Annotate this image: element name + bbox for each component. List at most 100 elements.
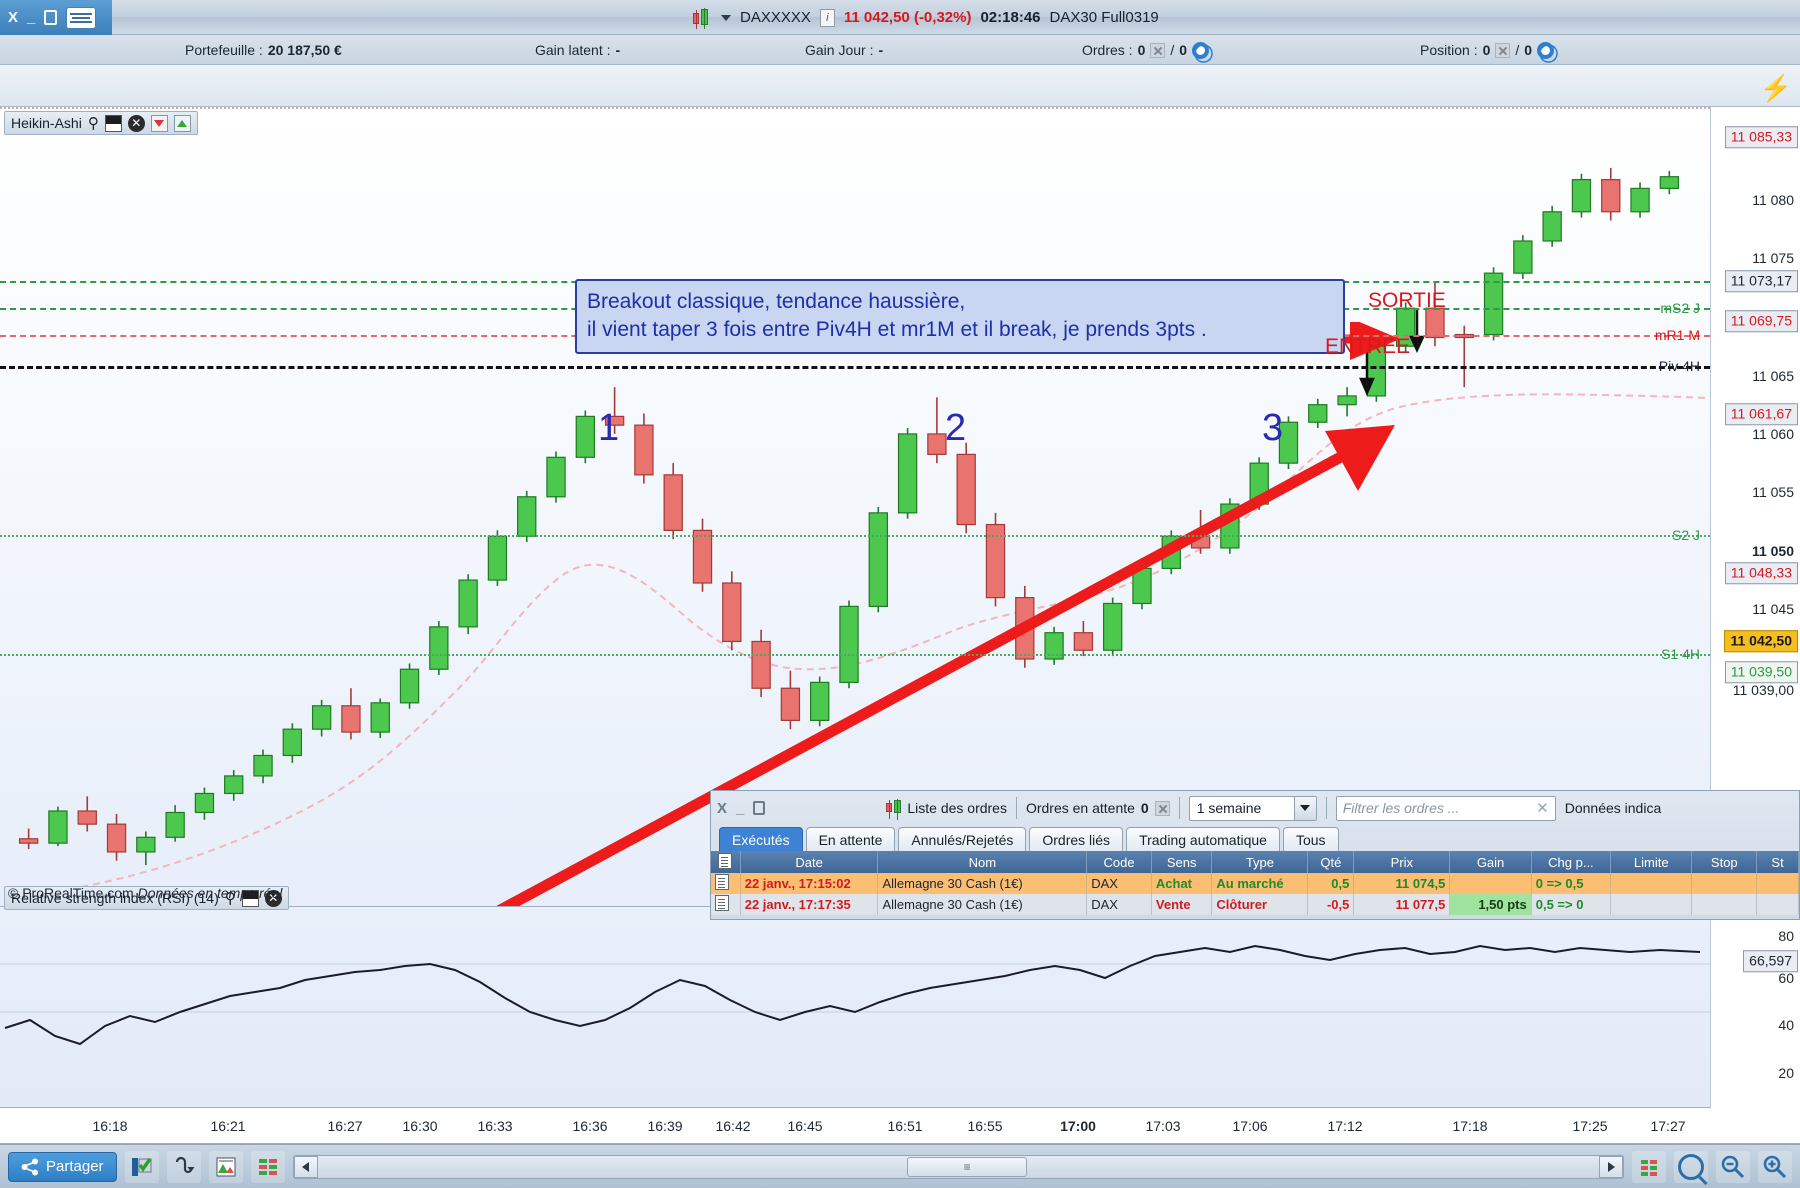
zoom-in-button[interactable] bbox=[1758, 1151, 1792, 1183]
share-icon bbox=[21, 1158, 39, 1176]
col-qte[interactable]: Qté bbox=[1308, 851, 1354, 873]
touch-marker-1: 1 bbox=[598, 407, 619, 450]
price-tick-8: 11 055 bbox=[1752, 484, 1794, 500]
add-indicator-button[interactable] bbox=[1632, 1151, 1666, 1183]
keyboard-icon[interactable] bbox=[66, 7, 96, 29]
orders-panel[interactable]: X _ Liste des ordres Ordres en attente 0… bbox=[710, 790, 1800, 920]
price-tick-5: 11 065 bbox=[1752, 368, 1794, 384]
scroll-left-icon[interactable] bbox=[294, 1156, 318, 1178]
table-row[interactable]: 22 janv., 17:17:35 Allemagne 30 Cash (1€… bbox=[711, 894, 1799, 915]
copyright-notice: © ProRealTime.com Données en temps réel bbox=[8, 885, 282, 901]
search-zoom-button[interactable] bbox=[1674, 1151, 1708, 1183]
notes-button[interactable] bbox=[209, 1151, 243, 1183]
col-chg[interactable]: Chg p... bbox=[1531, 851, 1610, 873]
checklist-button[interactable] bbox=[125, 1151, 159, 1183]
level-label-piv4h: Piv 4H bbox=[1659, 358, 1700, 374]
price-chart[interactable]: Heikin-Ashi ⚲ ✕ mS2 J mR1 M Piv 4H S2 J … bbox=[0, 107, 1800, 907]
power-icon[interactable]: ⚡ bbox=[1760, 73, 1792, 104]
tab-executed[interactable]: Exécutés bbox=[719, 827, 803, 851]
annotation-line-2: il vient taper 3 fois entre Piv4H et mr1… bbox=[587, 316, 1333, 344]
col-type[interactable]: Type bbox=[1212, 851, 1308, 873]
row-chg: 0 => 0,5 bbox=[1531, 873, 1610, 894]
scroll-right-icon[interactable] bbox=[1599, 1156, 1623, 1178]
time-tick-4: 16:33 bbox=[477, 1118, 512, 1134]
col-gain[interactable]: Gain bbox=[1450, 851, 1531, 873]
cancel-orders-icon[interactable] bbox=[1150, 43, 1165, 58]
orders-table[interactable]: Date Nom Code Sens Type Qté Prix Gain Ch… bbox=[711, 851, 1799, 915]
orders-title-label: Liste des ordres bbox=[907, 800, 1007, 816]
time-tick-7: 16:42 bbox=[715, 1118, 750, 1134]
move-up-icon[interactable] bbox=[174, 115, 191, 132]
col-nom[interactable]: Nom bbox=[878, 851, 1087, 873]
cancel-pending-icon[interactable] bbox=[1155, 801, 1170, 816]
info-icon[interactable]: i bbox=[820, 9, 835, 27]
zoom-out-button[interactable] bbox=[1716, 1151, 1750, 1183]
col-st[interactable]: St bbox=[1757, 851, 1799, 873]
ladder-button[interactable] bbox=[251, 1151, 285, 1183]
price-tick-4: 11 069,75 bbox=[1725, 310, 1798, 332]
window-controls[interactable]: X _ bbox=[0, 0, 112, 35]
col-prix[interactable]: Prix bbox=[1354, 851, 1450, 873]
chart-toolbar: 50 unités 100 (x) ticks ⚡ bbox=[0, 65, 1800, 107]
col-icons[interactable] bbox=[711, 851, 740, 873]
row-stop bbox=[1692, 894, 1757, 915]
table-row[interactable]: 22 janv., 17:15:02 Allemagne 30 Cash (1€… bbox=[711, 873, 1799, 894]
latent-gain-value: - bbox=[616, 42, 621, 58]
maximize-window-icon[interactable] bbox=[44, 10, 57, 25]
link-button[interactable] bbox=[167, 1151, 201, 1183]
share-button[interactable]: Partager bbox=[8, 1152, 117, 1182]
close-window-icon[interactable]: X bbox=[8, 10, 18, 25]
indicator-badge-heikin-ashi[interactable]: Heikin-Ashi ⚲ ✕ bbox=[4, 111, 198, 135]
rsi-axis[interactable]: 80 66,597 60 40 20 bbox=[1710, 908, 1800, 1108]
orders-close-icon[interactable]: X bbox=[717, 800, 727, 817]
rsi-panel[interactable]: Relative strength index (RSI) (14) ⚲ ✕ 8… bbox=[0, 908, 1800, 1108]
ladder-icon bbox=[257, 1156, 279, 1178]
time-axis[interactable]: 16:18 16:21 16:27 16:30 16:33 16:36 16:3… bbox=[0, 1108, 1800, 1144]
annotation-textbox[interactable]: Breakout classique, tendance haussière, … bbox=[575, 279, 1345, 354]
tab-cancelled[interactable]: Annulés/Rejetés bbox=[898, 827, 1026, 851]
pending-orders: Ordres en attente 0 bbox=[1026, 800, 1170, 816]
col-limite[interactable]: Limite bbox=[1611, 851, 1692, 873]
link-icon bbox=[172, 1156, 196, 1178]
row-limite bbox=[1611, 894, 1692, 915]
share-label: Partager bbox=[46, 1158, 104, 1175]
price-tick-14: 11 039,00 bbox=[1733, 682, 1794, 698]
chevron-down-icon[interactable] bbox=[721, 15, 731, 21]
row-st bbox=[1757, 894, 1799, 915]
window-icon[interactable] bbox=[105, 115, 122, 132]
tab-linked-orders[interactable]: Ordres liés bbox=[1029, 827, 1123, 851]
row-code: DAX bbox=[1087, 873, 1152, 894]
wrench-icon[interactable]: ⚲ bbox=[88, 114, 99, 132]
tab-auto-trading[interactable]: Trading automatique bbox=[1126, 827, 1280, 851]
move-down-icon[interactable] bbox=[151, 115, 168, 132]
close-position-icon[interactable] bbox=[1495, 43, 1510, 58]
orders-minimize-icon[interactable]: _ bbox=[736, 800, 744, 817]
col-stop[interactable]: Stop bbox=[1692, 851, 1757, 873]
scrollbar-thumb[interactable]: ≡ bbox=[907, 1157, 1027, 1177]
period-dropdown[interactable]: 1 semaine bbox=[1189, 796, 1317, 821]
candlestick-icon bbox=[883, 799, 901, 817]
time-tick-16: 17:25 bbox=[1572, 1118, 1607, 1134]
col-code[interactable]: Code bbox=[1087, 851, 1152, 873]
time-tick-17: 17:27 bbox=[1650, 1118, 1685, 1134]
col-date[interactable]: Date bbox=[740, 851, 878, 873]
orders-maximize-icon[interactable] bbox=[753, 801, 765, 815]
filter-orders-input[interactable]: Filtrer les ordres ... ✕ bbox=[1336, 796, 1556, 821]
row-stop bbox=[1692, 873, 1757, 894]
close-icon[interactable]: ✕ bbox=[128, 115, 145, 132]
clear-filter-icon[interactable]: ✕ bbox=[1536, 799, 1549, 817]
row-prix: 11 074,5 bbox=[1354, 873, 1450, 894]
document-icon bbox=[715, 874, 729, 890]
minimize-window-icon[interactable]: _ bbox=[27, 10, 35, 25]
price-axis[interactable]: 11 085,33 11 080 11 075 11 073,17 11 069… bbox=[1710, 107, 1800, 907]
orders-tabs[interactable]: Exécutés En attente Annulés/Rejetés Ordr… bbox=[711, 825, 1799, 851]
horizontal-scrollbar[interactable]: ≡ bbox=[293, 1155, 1624, 1179]
position-settings-gear-icon[interactable] bbox=[1537, 42, 1554, 59]
row-qte: -0,5 bbox=[1308, 894, 1354, 915]
tab-pending[interactable]: En attente bbox=[806, 827, 896, 851]
chevron-down-icon[interactable] bbox=[1294, 797, 1316, 820]
entry-label: ENTREE bbox=[1325, 335, 1410, 359]
tab-all[interactable]: Tous bbox=[1283, 827, 1339, 851]
col-sens[interactable]: Sens bbox=[1151, 851, 1212, 873]
orders-settings-gear-icon[interactable] bbox=[1192, 42, 1209, 59]
